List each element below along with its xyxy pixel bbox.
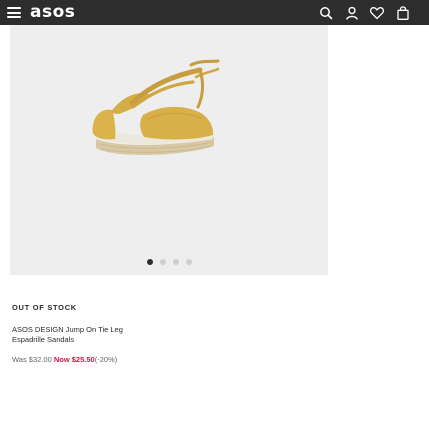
- search-icon: [320, 7, 333, 20]
- now-price: Now $25.50: [53, 355, 95, 364]
- was-price: Was $32.00: [12, 355, 52, 364]
- bag-icon: [397, 6, 409, 20]
- saved-items-button[interactable]: [369, 5, 385, 21]
- top-navigation-bar: asos: [0, 0, 429, 25]
- menu-icon: [7, 7, 21, 9]
- account-button[interactable]: [344, 5, 360, 21]
- search-button[interactable]: [318, 5, 334, 21]
- carousel-dot[interactable]: [185, 259, 192, 265]
- asos-logo[interactable]: asos: [30, 2, 75, 22]
- discount-percent: (-20%): [94, 355, 118, 364]
- carousel-dot[interactable]: [146, 259, 153, 265]
- espadrille-sandal-image[interactable]: [88, 53, 220, 173]
- saved-icon: [369, 7, 385, 20]
- carousel-dot[interactable]: [172, 259, 179, 265]
- product-title-line-1: ASOS DESIGN Jump On Tie Leg: [12, 325, 123, 334]
- image-carousel-indicators: [10, 259, 328, 265]
- product-image-gallery[interactable]: [10, 25, 328, 275]
- price-block: Was $32.00 Now $25.50(-20%): [12, 355, 117, 364]
- carousel-dot[interactable]: [159, 259, 166, 265]
- shopping-bag-button[interactable]: [395, 5, 411, 21]
- account-icon: [346, 6, 358, 20]
- menu-icon-line: [7, 11, 21, 14]
- menu-button[interactable]: [5, 5, 23, 20]
- product-title-line-2: Espadrille Sandals: [12, 335, 75, 344]
- menu-icon-line: [7, 16, 21, 18]
- product-title: ASOS DESIGN Jump On Tie Leg Espadrille S…: [12, 325, 182, 345]
- out-of-stock-label: OUT OF STOCK: [12, 303, 77, 312]
